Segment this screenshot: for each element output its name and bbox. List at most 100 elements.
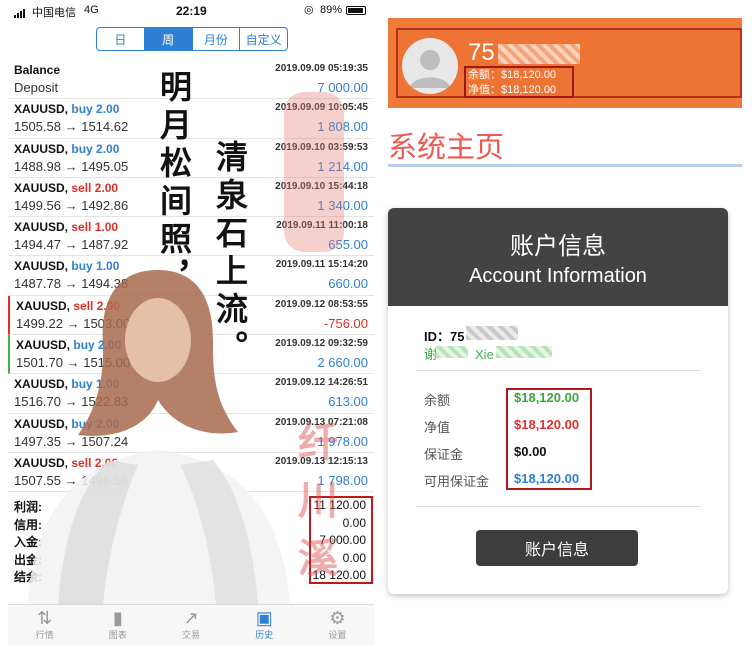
name-pinyin: Xie [475,347,494,362]
row-date: 2019.09.12 14:26:51 [275,377,368,389]
title-divider [388,164,742,167]
row-profit: -756.00 [323,315,368,331]
values-highlight-box [506,388,592,490]
symbol-name: XAUUSD, [14,259,69,274]
account-number: 75 [468,39,495,66]
clock: 22:19 [176,4,207,18]
account-info-button[interactable]: 账户信息 [476,530,638,566]
trade-side: buy [71,141,93,156]
segment-1[interactable]: 周 [144,28,193,50]
trade-lots: 2.00 [96,141,120,156]
row-symbol: XAUUSD, buy 2.00 [14,102,119,116]
red-seal-stamp [284,92,344,252]
account-id-mask [466,326,518,340]
network-label: 4G [84,4,99,16]
calligraphy-line-1: 明月松间照， [155,70,193,298]
avatar [402,38,458,94]
row-symbol: XAUUSD, sell 2.00 [14,456,118,470]
trade-lots: 2.00 [94,180,119,195]
tab-2[interactable]: ↗ 交易 [154,605,227,645]
segment-3[interactable]: 自定义 [240,28,287,50]
trend-icon: ↗ [183,608,199,628]
trade-lots: 2.00 [96,102,120,117]
tab-4[interactable]: ⚙ 设置 [301,605,374,645]
row-symbol: XAUUSD, sell 2.00 [16,299,120,313]
row-prices: 1499.22 → 1503.00 [16,315,131,331]
period-segmented-control: 日周月份 自定义 [96,27,288,51]
signal-icon [14,6,26,18]
account-field-label: 余额 [424,393,451,408]
card-header: 账户信息 Account Information [388,208,728,306]
card-title-zh: 账户信息 [510,233,606,260]
row-prices: Deposit [14,80,59,95]
summary-label: 信用: [14,517,42,532]
tab-label: 历史 [255,630,274,640]
row-prices: 1487.78 → 1494.38 [14,276,129,292]
inbox-icon: ▣ [255,608,273,628]
rotation-lock-icon: ◎ [304,4,314,16]
arrows-icon: ⇅ [37,608,53,628]
trade-lots: 1.00 [94,220,119,235]
row-symbol: XAUUSD, buy 2.00 [14,142,119,156]
row-symbol: XAUUSD, buy 1.00 [14,259,119,273]
row-profit: 660.00 [328,276,368,292]
trade-side: sell [71,455,92,470]
row-prices: 1516.70 → 1522.83 [14,394,129,410]
summary-label: 出金: [14,552,42,567]
row-date: 2019.09.09 05:19:35 [275,63,368,74]
trade-lots: 1.00 [96,377,120,392]
banner-balance: 余额：$18,120.00 [468,69,557,81]
phone-screen: 中国电信 4G 22:19 ◎ 89% 日周月份 自定义 Balance Depos… [8,0,374,645]
account-banner: 75 余额：$18,120.00 净值：$18,120.00 [388,18,742,108]
banner-equity: 净值：$18,120.00 [468,84,557,96]
bottom-tab-bar: ⇅ 行情 ▮ 图表 ↗ 交易 ▣ 历史 ⚙ 设置 [8,604,374,645]
tab-3[interactable]: ▣ 历史 [228,605,301,645]
summary-label: 结余: [14,570,42,584]
row-profit: 2 660.00 [317,355,368,371]
trade-lots: 2.00 [96,298,121,313]
symbol-name: XAUUSD, [14,180,69,195]
tab-0[interactable]: ⇅ 行情 [8,605,81,645]
trade-side: sell [71,220,92,235]
account-field-label: 可用保证金 [424,474,490,489]
screenshot-root: 中国电信 4G 22:19 ◎ 89% 日周月份 自定义 Balance Depos… [0,0,752,645]
battery-percent: 89% [320,4,343,16]
tab-label: 图表 [108,630,127,640]
history-row[interactable]: XAUUSD, sell 2.00 1499.22 → 1503.00 2019.0… [8,295,374,336]
history-row[interactable]: XAUUSD, buy 2.00 1501.70 → 1515.00 2019.09… [8,335,374,375]
gear-icon: ⚙ [329,608,346,628]
page-title: 系统主页 [388,130,505,164]
row-prices: 1494.47 → 1487.92 [14,237,129,253]
candles-icon: ▮ [112,608,123,628]
card-title-en: Account Information [469,265,647,287]
user-icon [410,50,450,88]
divider [416,370,700,371]
trade-lots: 2.00 [96,416,120,431]
segment-0[interactable]: 日 [97,28,145,50]
symbol-name: XAUUSD, [14,416,69,431]
symbol-name: XAUUSD, [14,377,69,392]
symbol-name: XAUUSD, [14,220,69,235]
account-field-label: 保证金 [424,447,464,462]
symbol-name: XAUUSD, [14,141,69,156]
status-bar: 中国电信 4G 22:19 ◎ 89% [8,0,374,22]
row-prices: 1497.35 → 1507.24 [14,433,129,449]
row-symbol: XAUUSD, sell 1.00 [14,220,118,234]
row-prices: 1488.98 → 1495.05 [14,158,129,174]
row-prices: 1505.58 → 1514.62 [14,119,129,135]
row-date: 2019.09.12 08:53:55 [275,298,368,310]
trade-side: buy [71,377,93,392]
segment-2[interactable]: 月份 [193,28,241,50]
row-date: 2019.09.12 09:32:59 [275,338,368,350]
name-mask [496,346,552,358]
account-field-label: 净值 [424,420,451,435]
row-prices: 1507.55 → 1498.56 [14,472,129,488]
tab-label: 行情 [35,630,54,640]
carrier-label: 中国电信 [32,7,76,19]
row-date: 2019.09.11 15:14:20 [275,259,368,271]
symbol-name: XAUUSD, [14,455,69,470]
history-row[interactable]: XAUUSD, buy 1.00 1516.70 → 1522.83 2019.09… [8,374,374,414]
trade-side: buy [73,338,95,353]
tab-1[interactable]: ▮ 图表 [81,605,154,645]
summary-label: 利润: [14,500,42,514]
